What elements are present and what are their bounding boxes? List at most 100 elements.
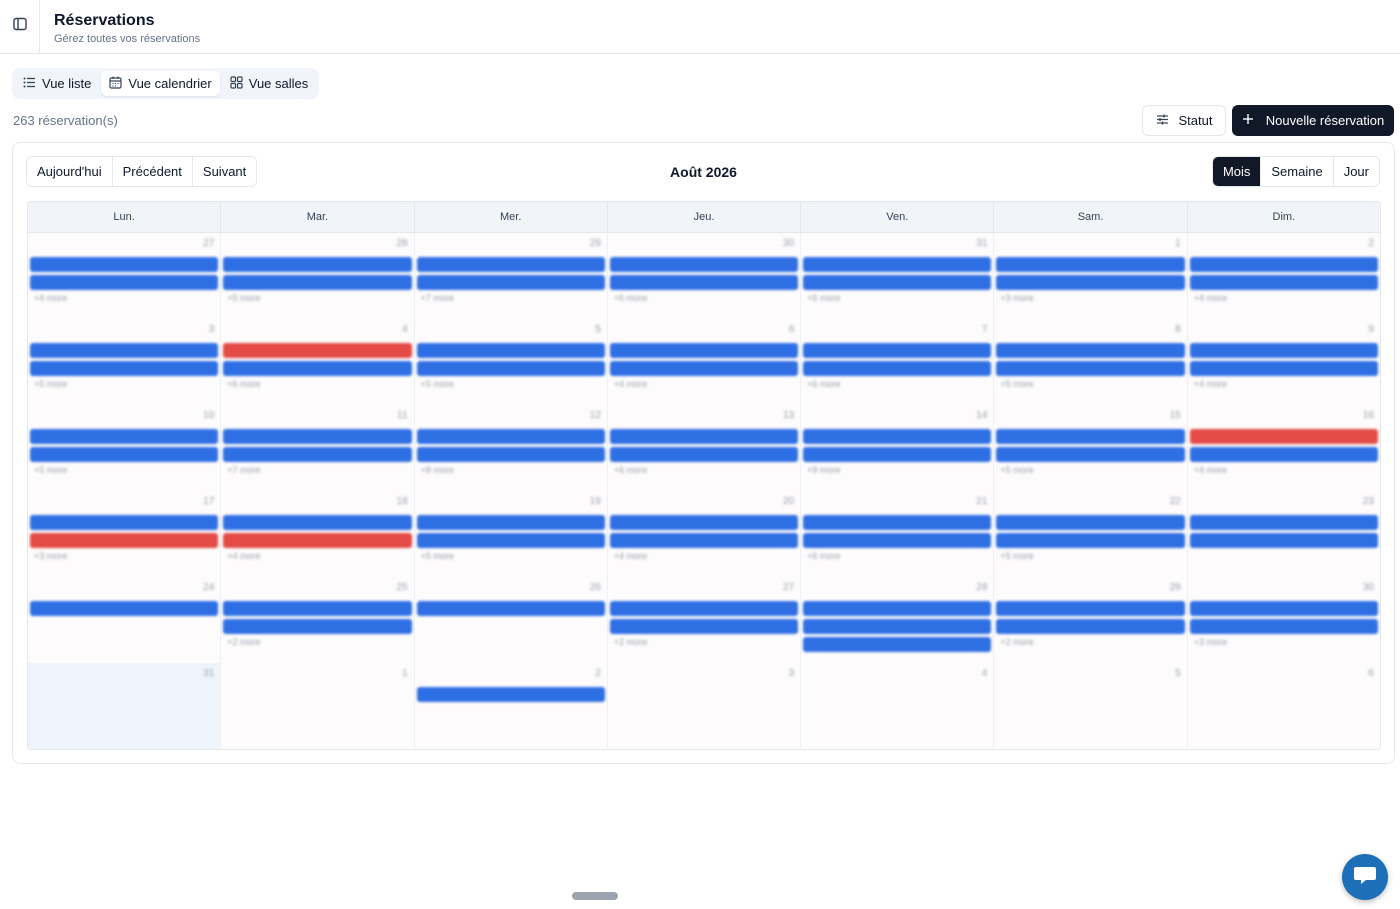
event-chip[interactable] [1189,257,1378,272]
event-chip[interactable] [30,361,219,376]
more-events-link[interactable]: +4 more [608,551,800,561]
event-chip[interactable] [223,515,412,530]
event-chip[interactable] [803,429,992,444]
more-events-link[interactable]: +7 more [221,465,413,475]
event-chip[interactable] [223,275,412,290]
event-chip[interactable] [803,619,992,634]
day-cell[interactable]: 4 +6 more [221,319,415,405]
event-chip[interactable] [223,601,412,616]
more-events-link[interactable]: +4 more [28,293,220,303]
event-chip[interactable] [996,257,1185,272]
sidebar-toggle-button[interactable] [0,0,40,53]
day-cell[interactable]: 1 [221,663,415,749]
more-events-link[interactable]: +4 more [221,551,413,561]
day-cell[interactable]: 30 +6 more [607,233,802,319]
event-chip[interactable] [609,275,799,290]
day-cell[interactable]: 17 +3 more [28,491,222,577]
event-chip[interactable] [996,515,1185,530]
event-chip[interactable] [416,361,605,376]
more-events-link[interactable]: +4 more [1188,379,1380,389]
day-cell[interactable]: 14 +9 more [801,405,995,491]
event-chip[interactable] [30,447,219,462]
previous-button[interactable]: Précédent [112,157,193,186]
day-cell[interactable]: 21 +6 more [801,491,995,577]
event-chip[interactable] [1189,619,1378,634]
event-chip[interactable] [1189,343,1378,358]
event-chip[interactable] [996,619,1185,634]
event-chip[interactable] [223,447,412,462]
day-cell[interactable]: 31 +6 more [801,233,995,319]
event-chip[interactable] [609,361,799,376]
event-chip[interactable] [1189,361,1378,376]
day-cell[interactable]: 13 +6 more [607,405,802,491]
tab-list-view[interactable]: Vue liste [15,71,99,96]
more-events-link[interactable]: +2 more [608,637,800,647]
event-chip[interactable] [1189,515,1378,530]
event-chip[interactable] [223,619,412,634]
event-chip[interactable] [223,429,412,444]
more-events-link[interactable]: +3 more [994,293,1186,303]
day-cell[interactable]: 27 +2 more [607,577,802,663]
more-events-link[interactable]: +5 more [994,379,1186,389]
today-button[interactable]: Aujourd'hui [27,157,113,186]
event-chip[interactable] [996,361,1185,376]
more-events-link[interactable]: +6 more [801,379,993,389]
more-events-link[interactable]: +5 more [221,293,413,303]
day-cell[interactable]: 12 +8 more [414,405,608,491]
more-events-link[interactable]: +5 more [28,379,220,389]
more-events-link[interactable]: +6 more [801,551,993,561]
event-chip[interactable] [416,601,605,616]
event-chip[interactable] [803,601,992,616]
day-cell[interactable]: 26 [414,577,608,663]
event-chip[interactable] [416,275,605,290]
event-chip[interactable] [30,257,219,272]
day-cell[interactable]: 29 +7 more [414,233,608,319]
event-chip[interactable] [30,601,219,616]
day-cell[interactable]: 6 +4 more [607,319,802,405]
tab-calendar-view[interactable]: Vue calendrier [101,71,220,96]
chat-button[interactable] [1342,854,1388,900]
event-chip[interactable] [803,515,992,530]
day-cell[interactable]: 20 +4 more [607,491,802,577]
event-chip[interactable] [223,257,412,272]
event-chip[interactable] [30,515,219,530]
event-chip[interactable] [30,343,219,358]
more-events-link[interactable]: +7 more [415,293,607,303]
day-cell[interactable]: 7 +6 more [801,319,995,405]
day-cell[interactable]: 2 [414,663,608,749]
event-chip[interactable] [996,275,1185,290]
more-events-link[interactable]: +6 more [221,379,413,389]
event-chip[interactable] [803,361,992,376]
range-month-button[interactable]: Mois [1212,157,1262,186]
event-chip[interactable] [609,343,799,358]
day-cell[interactable]: 27 +4 more [28,233,222,319]
day-cell[interactable]: 31 [28,663,222,749]
event-chip[interactable] [609,619,799,634]
event-chip[interactable] [30,275,219,290]
day-cell[interactable]: 30 +3 more [1187,577,1380,663]
day-cell[interactable]: 18 +4 more [221,491,415,577]
day-cell[interactable]: 1 +3 more [994,233,1188,319]
event-chip[interactable] [1189,275,1378,290]
event-chip[interactable] [1189,601,1378,616]
event-chip[interactable] [416,343,605,358]
event-chip[interactable] [416,429,605,444]
more-events-link[interactable]: +4 more [1188,293,1380,303]
day-cell[interactable]: 24 [28,577,222,663]
day-cell[interactable]: 23 [1187,491,1380,577]
event-chip[interactable] [416,257,605,272]
day-cell[interactable]: 2 +4 more [1187,233,1380,319]
more-events-link[interactable]: +3 more [1188,637,1380,647]
day-cell[interactable]: 28 [801,577,995,663]
day-cell[interactable]: 11 +7 more [221,405,415,491]
next-button[interactable]: Suivant [192,157,257,186]
more-events-link[interactable]: +2 more [994,637,1186,647]
tab-rooms-view[interactable]: Vue salles [222,71,317,96]
event-chip[interactable] [609,429,799,444]
event-chip[interactable] [609,533,799,548]
day-cell[interactable]: 9 +4 more [1187,319,1380,405]
more-events-link[interactable]: +2 more [221,637,413,647]
day-cell[interactable]: 19 +5 more [414,491,608,577]
event-chip[interactable] [803,275,992,290]
day-cell[interactable]: 10 +5 more [28,405,222,491]
